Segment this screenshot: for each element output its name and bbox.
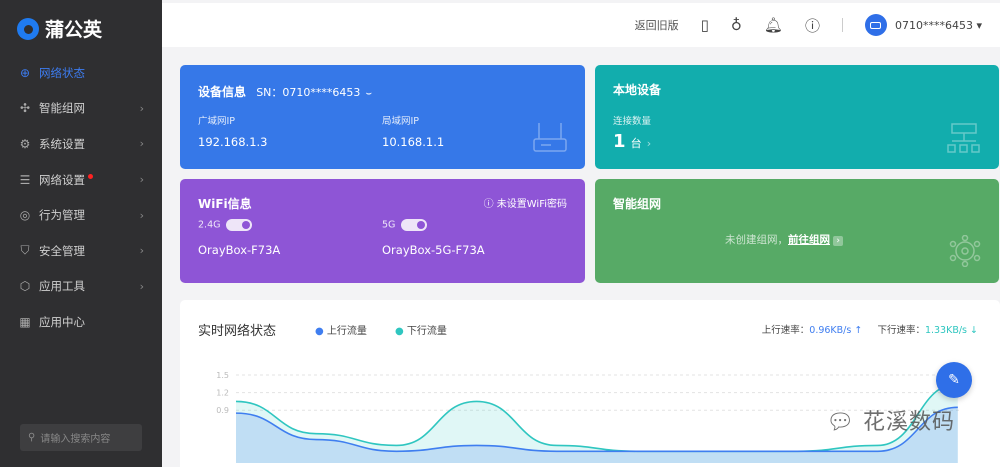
y-tick-label: 1.2 — [216, 389, 229, 398]
y-tick-label: 1.5 — [216, 371, 229, 380]
y-tick-label: 0.9 — [216, 406, 229, 415]
traffic-chart: 1.5 1.2 0.9 — [216, 371, 960, 463]
watermark: 💬︎ 花溪数码 — [826, 410, 955, 435]
edit-doc-icon: ✎ — [948, 372, 960, 388]
feedback-button[interactable]: ✎ — [936, 362, 972, 398]
watermark-text: 花溪数码 — [862, 410, 955, 435]
